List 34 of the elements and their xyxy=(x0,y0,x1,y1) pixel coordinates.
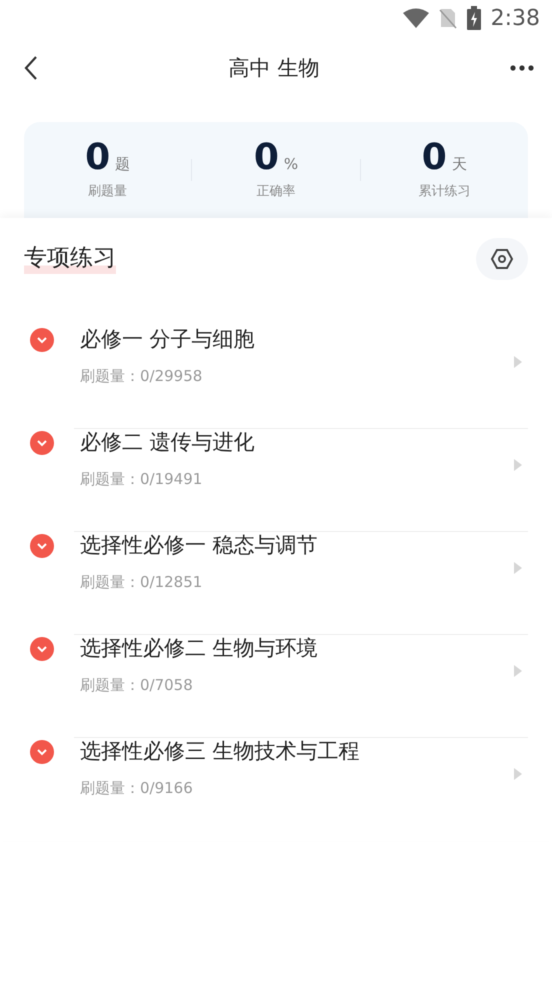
stat-unit: % xyxy=(284,155,298,173)
stat-value: 0 xyxy=(254,140,279,176)
expand-icon[interactable] xyxy=(30,534,54,558)
question-count: 刷题量：0/29958 xyxy=(80,367,204,386)
chapter-title[interactable]: 选择性必修一 稳态与调节 xyxy=(80,532,514,560)
question-count: 刷题量：0/12851 xyxy=(80,573,204,592)
wifi-icon xyxy=(402,8,429,28)
expand-icon[interactable] xyxy=(30,328,54,352)
settings-icon xyxy=(490,247,514,271)
stat-value: 0 xyxy=(85,140,110,176)
no-sim-icon xyxy=(438,7,457,29)
page-title: 高中 生物 xyxy=(228,55,320,82)
expand-icon[interactable] xyxy=(30,431,54,455)
stat-unit: 题 xyxy=(115,155,130,174)
battery-icon xyxy=(466,6,481,30)
chapter-title[interactable]: 选择性必修三 生物技术与工程 xyxy=(80,738,514,766)
stat-label: 刷题量 xyxy=(88,183,128,200)
expand-icon[interactable] xyxy=(30,637,54,661)
chapter-title[interactable]: 必修二 遗传与进化 xyxy=(80,429,514,456)
question-count: 刷题量：0/7058 xyxy=(80,676,194,696)
chapter-title[interactable]: 必修一 分子与细胞 xyxy=(80,326,514,354)
status-time: 2:38 xyxy=(490,6,540,30)
stat-value: 0 xyxy=(422,140,447,176)
stat-label: 累计练习 xyxy=(418,183,470,200)
stat-label: 正确率 xyxy=(256,183,296,200)
more-icon[interactable] xyxy=(510,65,534,71)
stat-unit: 天 xyxy=(452,155,467,174)
expand-icon[interactable] xyxy=(30,740,54,764)
settings-button[interactable] xyxy=(476,238,528,280)
chapter-title[interactable]: 选择性必修二 生物与环境 xyxy=(80,635,514,662)
section-title: 专项练习 xyxy=(24,244,116,274)
question-count: 刷题量：0/19491 xyxy=(80,470,204,490)
question-count: 刷题量：0/9166 xyxy=(80,779,194,798)
back-icon[interactable] xyxy=(24,55,38,81)
